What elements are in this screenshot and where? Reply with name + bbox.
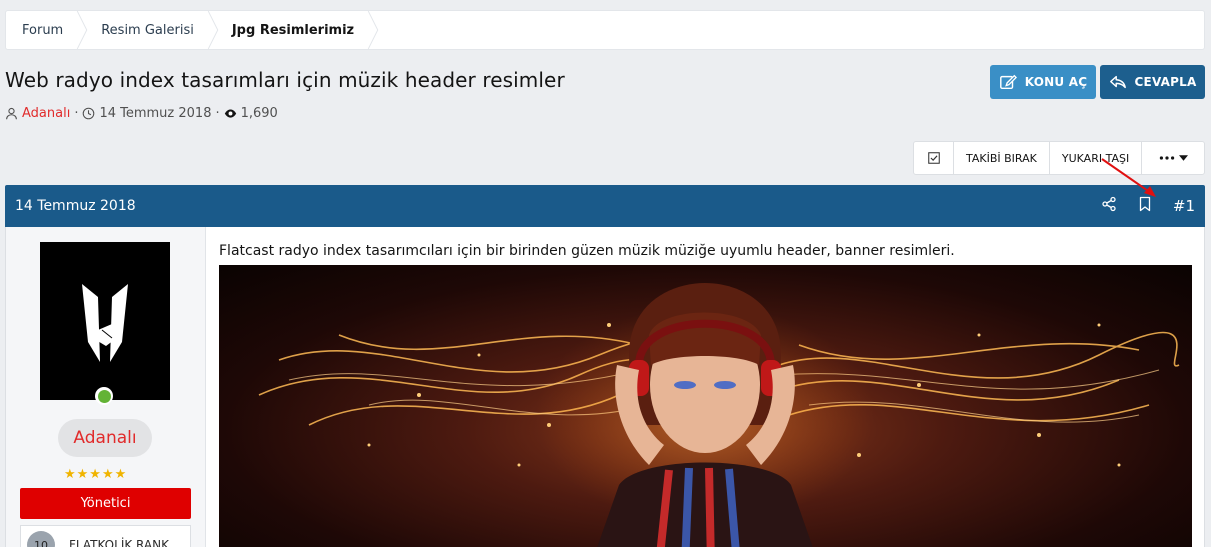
meta-separator: · (215, 106, 220, 121)
bookmark-button[interactable] (1137, 196, 1153, 216)
new-topic-button[interactable]: KONU AÇ (990, 65, 1096, 99)
thread-meta: Adanalı · 14 Temmuz 2018 · 1,690 (5, 106, 278, 121)
rank-label: FLATKOLİK RANK (69, 538, 169, 547)
breadcrumb-label: Jpg Resimlerimiz (231, 22, 355, 38)
thread-action-bar: TAKİBİ BIRAK YUKARI TAŞI (913, 141, 1205, 175)
thread-date-link[interactable]: 14 Temmuz 2018 (99, 106, 211, 121)
select-checkbox-button[interactable] (914, 142, 954, 174)
eye-icon (224, 109, 236, 118)
post-header-actions: #1 (1101, 196, 1195, 216)
post-user-cell: Adanalı ★★★★★ Yönetici 10 FLATKOLİK RANK (6, 227, 206, 547)
online-status-icon (95, 387, 113, 405)
post-username[interactable]: Adanalı (58, 419, 152, 457)
post: Adanalı ★★★★★ Yönetici 10 FLATKOLİK RANK… (5, 227, 1205, 547)
more-icon (1159, 156, 1174, 160)
thread-author-link[interactable]: Adanalı (22, 106, 70, 121)
user-role-badge: Yönetici (20, 488, 191, 519)
page-title: Web radyo index tasarımları için müzik h… (5, 68, 565, 92)
caret-down-icon (1178, 155, 1188, 161)
reply-icon (1109, 75, 1126, 89)
reply-label: CEVAPLA (1134, 75, 1197, 89)
avatar[interactable] (40, 242, 170, 400)
breadcrumb-resim-galerisi[interactable]: Resim Galerisi (85, 11, 219, 49)
reply-button[interactable]: CEVAPLA (1100, 65, 1205, 99)
post-text: Flatcast radyo index tasarımcıları için … (219, 243, 955, 259)
rating-stars: ★★★★★ (64, 467, 128, 482)
post-banner-image (219, 265, 1192, 547)
post-number-link[interactable]: #1 (1173, 197, 1195, 215)
breadcrumb-label: Forum (22, 22, 64, 38)
rank-level-badge: 10 (27, 531, 55, 547)
chevron-right-icon (367, 11, 379, 49)
checkbox-icon (927, 152, 940, 164)
suit-figure-icon (80, 264, 130, 362)
breadcrumb: Forum Resim Galerisi Jpg Resimlerimiz (5, 10, 1205, 50)
post-date-link[interactable]: 14 Temmuz 2018 (15, 198, 136, 214)
view-count: 1,690 (240, 106, 278, 121)
user-rank: 10 FLATKOLİK RANK (20, 525, 191, 547)
new-topic-label: KONU AÇ (1024, 75, 1088, 89)
user-icon (6, 107, 17, 120)
unfollow-button[interactable]: TAKİBİ BIRAK (954, 142, 1050, 174)
edit-icon (999, 74, 1017, 90)
more-options-button[interactable] (1142, 142, 1204, 174)
breadcrumb-label: Resim Galerisi (101, 22, 194, 38)
meta-separator: · (74, 106, 79, 121)
move-up-button[interactable]: YUKARI TAŞI (1050, 142, 1143, 174)
bookmark-icon (1139, 196, 1151, 212)
music-header-image (258, 283, 1180, 547)
breadcrumb-jpg-resimlerimiz[interactable]: Jpg Resimlerimiz (216, 11, 379, 49)
post-header: 14 Temmuz 2018 #1 (5, 185, 1205, 227)
share-button[interactable] (1101, 196, 1117, 216)
breadcrumb-forum[interactable]: Forum (6, 11, 88, 49)
share-icon (1102, 196, 1116, 212)
clock-icon (83, 107, 95, 120)
